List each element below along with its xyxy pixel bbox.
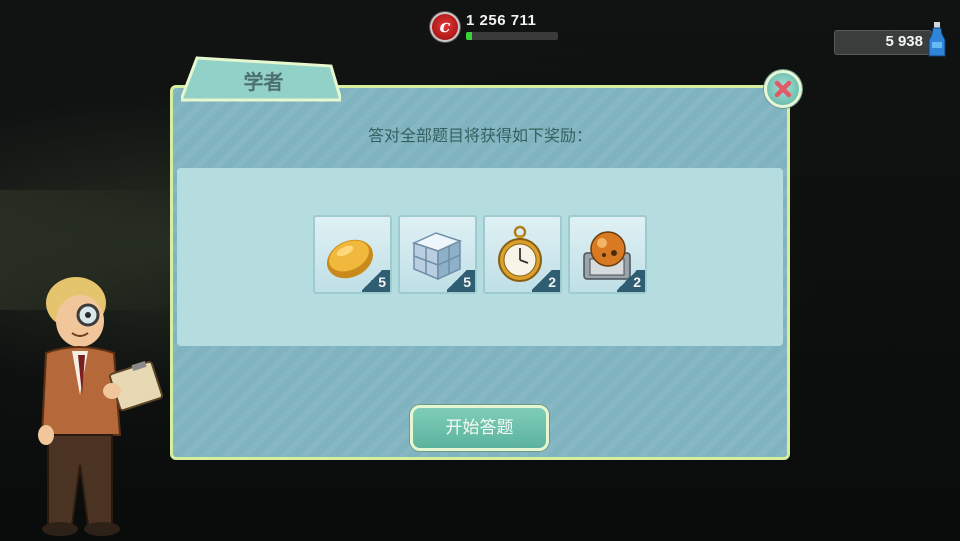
quantum-value: 5 938 xyxy=(885,33,923,50)
reward-item-pocket-watch[interactable]: 2 xyxy=(483,215,562,294)
reward-list: 5 5 2 2 xyxy=(313,215,647,295)
dialog-title: 学者 xyxy=(243,70,284,94)
reward-heading: 答对全部题目将获得如下奖励： xyxy=(367,126,592,145)
close-icon xyxy=(774,80,792,98)
reward-item-cooker[interactable]: 2 xyxy=(568,215,647,294)
reward-count: 2 xyxy=(633,274,641,290)
caps-progress-bar xyxy=(466,32,558,40)
reward-item-ice-cube[interactable]: 5 xyxy=(398,215,477,294)
caps-value: 1 256 711 xyxy=(466,12,537,29)
scholar-character-icon xyxy=(38,277,164,536)
bottle-cap-icon: c xyxy=(430,12,460,42)
close-button[interactable] xyxy=(764,70,802,108)
start-quiz-button[interactable]: 开始答题 xyxy=(410,405,549,451)
game-scene: c 1 256 711 5 938 学者 答对全部题目将获得如下奖励： 5 5 … xyxy=(0,0,960,541)
quantum-counter[interactable]: 5 938 xyxy=(834,30,932,55)
nuka-quantum-icon xyxy=(928,22,946,57)
reward-count: 2 xyxy=(548,274,556,290)
reward-count: 5 xyxy=(378,274,386,290)
reward-count: 5 xyxy=(463,274,471,290)
reward-item-bread[interactable]: 5 xyxy=(313,215,392,294)
caps-progress-fill xyxy=(466,32,472,40)
